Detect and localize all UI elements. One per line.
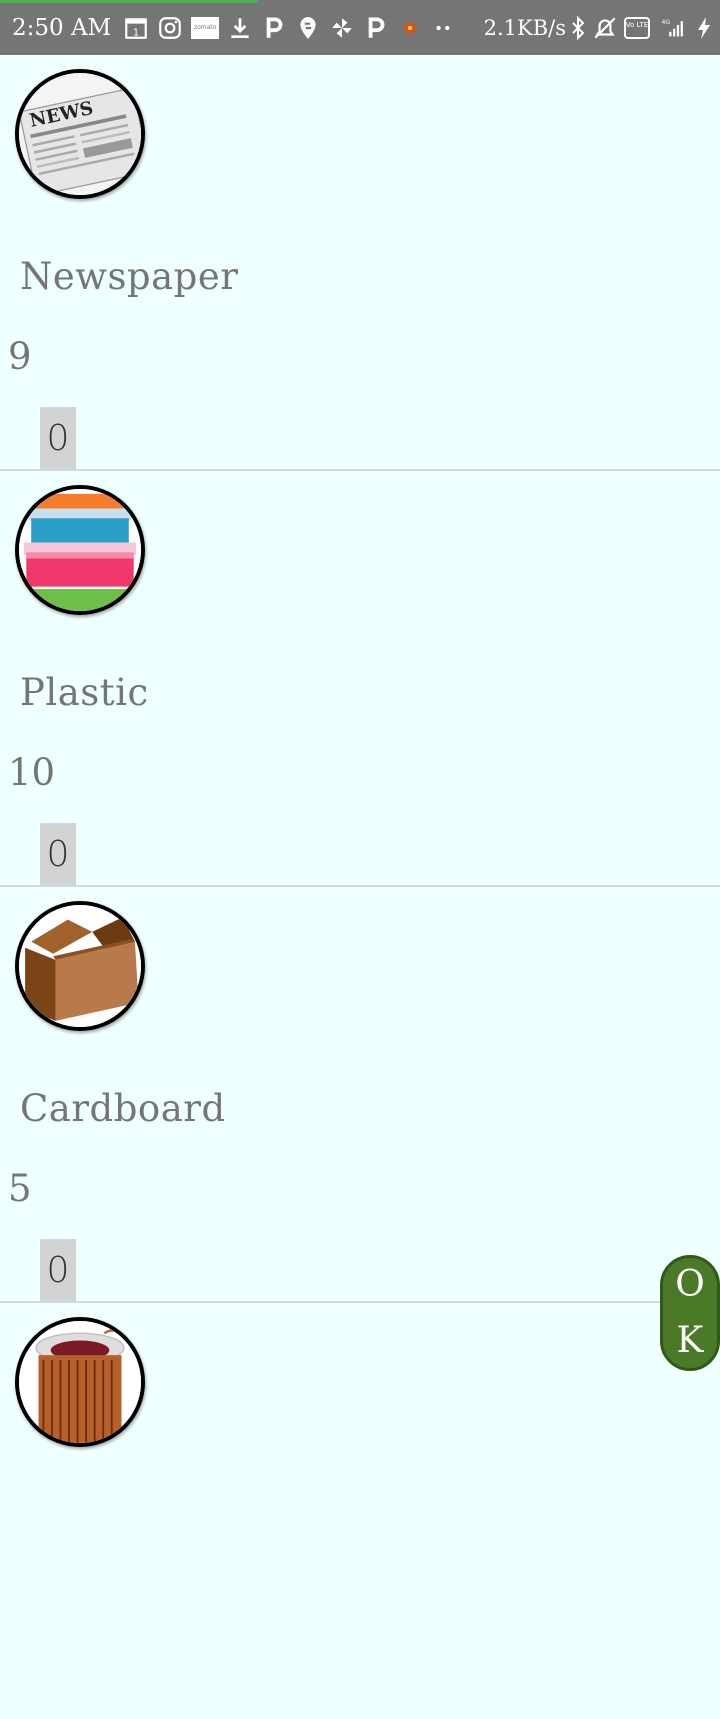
volte-icon: Vo LTE xyxy=(624,15,650,41)
more-icon xyxy=(431,15,457,41)
paytm-icon xyxy=(363,15,389,41)
newspaper-image: NEWS xyxy=(15,69,145,199)
signal-icon: 4G xyxy=(656,15,690,41)
page-load-progress xyxy=(0,0,258,3)
item-price: 5 xyxy=(8,1167,32,1210)
swiggy-icon xyxy=(295,15,321,41)
status-bar: 2:50 AM 1 zomato 2.1KB/s Vo LTE 4G xyxy=(0,0,720,55)
copper-wire-image xyxy=(15,1317,145,1447)
ok-button[interactable]: O K xyxy=(660,1255,720,1371)
item-price: 10 xyxy=(8,751,56,794)
quantity-input[interactable]: 0 xyxy=(40,823,76,885)
instagram-icon xyxy=(157,15,183,41)
network-speed: 2.1KB/s xyxy=(483,15,566,40)
ok-button-label-line2: K xyxy=(676,1320,704,1361)
ok-button-label-line1: O xyxy=(675,1264,705,1305)
list-item-copper-wire[interactable] xyxy=(0,1303,720,1719)
status-time: 2:50 AM xyxy=(12,14,112,41)
charging-icon xyxy=(696,15,712,41)
svg-text:Vo LTE: Vo LTE xyxy=(626,21,648,29)
quantity-input[interactable]: 0 xyxy=(40,1239,76,1301)
item-name: Newspaper xyxy=(20,255,239,298)
item-name: Plastic xyxy=(20,671,149,714)
notification-dot-icon xyxy=(397,15,423,41)
list-item-cardboard[interactable]: Cardboard 5 0 xyxy=(0,887,720,1303)
zomato-icon: zomato xyxy=(191,16,220,39)
download-icon xyxy=(227,15,253,41)
bluetooth-icon xyxy=(570,15,586,41)
quantity-input[interactable]: 0 xyxy=(40,407,76,469)
calendar-icon: 1 xyxy=(123,15,149,41)
item-price: 9 xyxy=(8,335,32,378)
system-icons: Vo LTE 4G xyxy=(570,15,712,41)
pinwheel-icon xyxy=(329,15,355,41)
notification-icons: 1 zomato xyxy=(123,15,457,41)
item-name: Cardboard xyxy=(20,1087,226,1130)
paytm-icon xyxy=(261,15,287,41)
svg-text:4G: 4G xyxy=(662,19,671,26)
cardboard-box-image xyxy=(15,901,145,1031)
scrap-item-list[interactable]: NEWS Newspaper 9 0 Plastic 10 0 Cardboar… xyxy=(0,55,720,1719)
list-item-newspaper[interactable]: NEWS Newspaper 9 0 xyxy=(0,55,720,471)
alarm-off-icon xyxy=(592,15,618,41)
list-item-plastic[interactable]: Plastic 10 0 xyxy=(0,471,720,887)
svg-text:1: 1 xyxy=(133,27,139,38)
plastic-containers-image xyxy=(15,485,145,615)
